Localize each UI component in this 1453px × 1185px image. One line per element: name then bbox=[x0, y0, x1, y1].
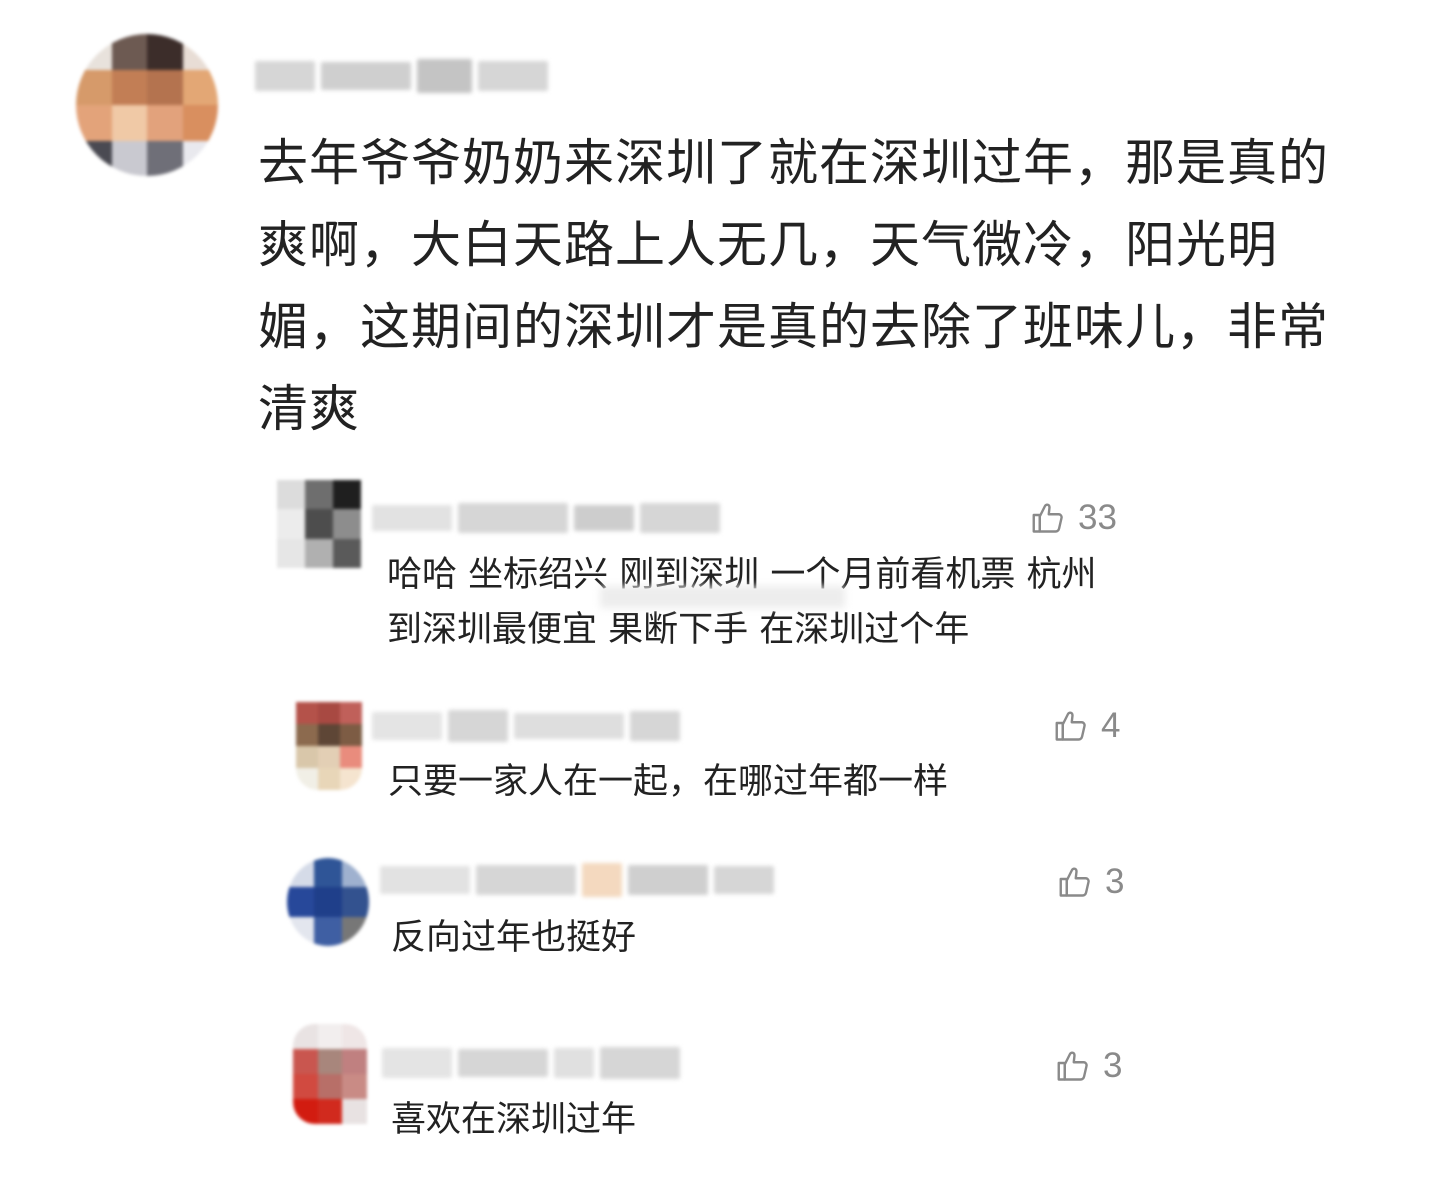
like-count: 4 bbox=[1101, 706, 1121, 745]
like-count: 3 bbox=[1103, 1046, 1123, 1085]
main-username[interactable] bbox=[255, 52, 560, 100]
reply-avatar[interactable] bbox=[277, 480, 361, 568]
reply-username[interactable] bbox=[372, 708, 697, 744]
reply-text: 喜欢在深圳过年 bbox=[391, 1100, 637, 1140]
like-button[interactable]: 33 bbox=[1030, 498, 1117, 538]
reply-avatar[interactable] bbox=[287, 858, 369, 946]
like-count: 33 bbox=[1078, 498, 1117, 537]
reply-avatar[interactable] bbox=[296, 702, 362, 790]
thumbs-up-icon bbox=[1059, 867, 1090, 897]
reply-text: 反向过年也挺好 bbox=[391, 918, 637, 958]
main-comment-text: 去年爷爷奶奶来深圳了就在深圳过年，那是真的爽啊，大白天路上人无几，天气微冷，阳光… bbox=[258, 134, 1329, 438]
reply-username[interactable] bbox=[372, 500, 722, 536]
main-avatar[interactable] bbox=[76, 34, 218, 176]
like-button[interactable]: 3 bbox=[1055, 1046, 1122, 1086]
like-button[interactable]: 4 bbox=[1053, 706, 1120, 746]
reply-avatar[interactable] bbox=[293, 1024, 367, 1124]
reply-text: 只要一家人在一起，在哪过年都一样 bbox=[388, 762, 949, 802]
thumbs-up-icon bbox=[1057, 1051, 1088, 1081]
thumbs-up-icon bbox=[1055, 711, 1086, 741]
like-count: 3 bbox=[1105, 862, 1125, 901]
thumbs-up-icon bbox=[1032, 503, 1063, 533]
blur-overlay bbox=[600, 586, 845, 608]
reply-username[interactable] bbox=[382, 1044, 702, 1082]
reply-username[interactable] bbox=[380, 862, 840, 898]
like-button[interactable]: 3 bbox=[1057, 862, 1124, 902]
